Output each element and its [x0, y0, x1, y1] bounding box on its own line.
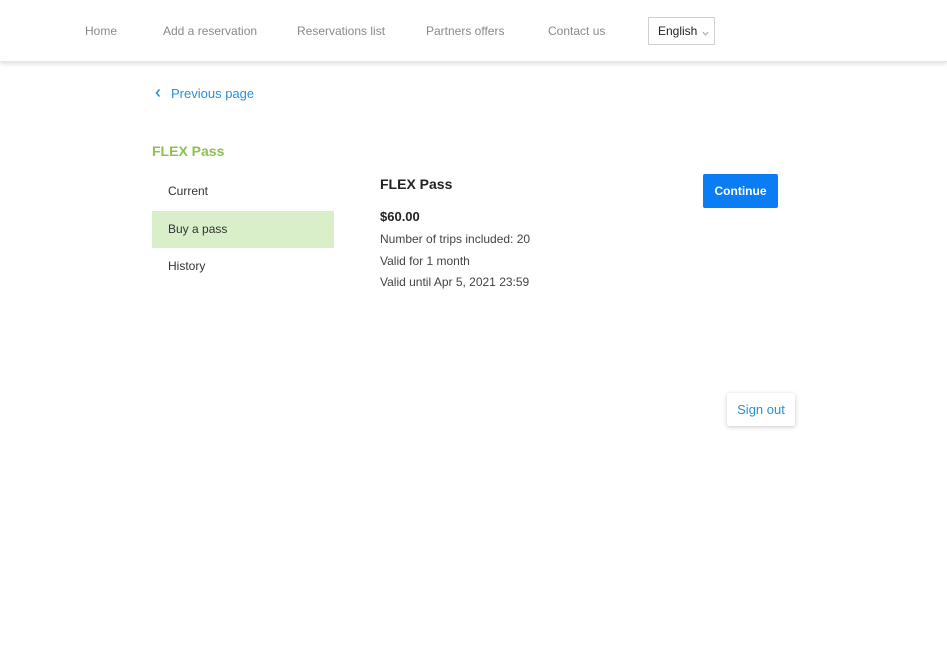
nav-add-reservation[interactable]: Add a reservation: [163, 0, 257, 62]
previous-page-link[interactable]: Previous page: [154, 84, 254, 102]
chevron-left-icon: [155, 88, 161, 98]
pass-valid-until: Valid until Apr 5, 2021 23:59: [380, 275, 530, 289]
sign-out-button[interactable]: Sign out: [727, 393, 795, 426]
language-select-value: English: [658, 24, 698, 38]
nav-reservations-list[interactable]: Reservations list: [297, 0, 385, 62]
pass-price: $60.00: [380, 209, 420, 224]
nav-home[interactable]: Home: [85, 0, 117, 62]
pass-trips-included: Number of trips included: 20: [380, 232, 531, 246]
sidebar-item-buy-a-pass[interactable]: Buy a pass: [152, 211, 334, 248]
sidebar-item-history[interactable]: History: [152, 248, 334, 285]
pass-validity-duration: Valid for 1 month: [380, 254, 470, 268]
chevron-down-icon: [701, 27, 710, 36]
top-nav-bar: Home Add a reservation Reservations list…: [0, 0, 947, 62]
nav-partners-offers[interactable]: Partners offers: [426, 0, 504, 62]
section-title: FLEX Pass: [152, 143, 225, 159]
pass-name: FLEX Pass: [380, 176, 453, 192]
nav-contact-us[interactable]: Contact us: [548, 0, 605, 62]
continue-button[interactable]: Continue: [703, 174, 778, 208]
previous-page-label: Previous page: [171, 85, 255, 101]
sidebar-item-current[interactable]: Current: [152, 173, 334, 210]
language-select[interactable]: English: [648, 17, 715, 45]
